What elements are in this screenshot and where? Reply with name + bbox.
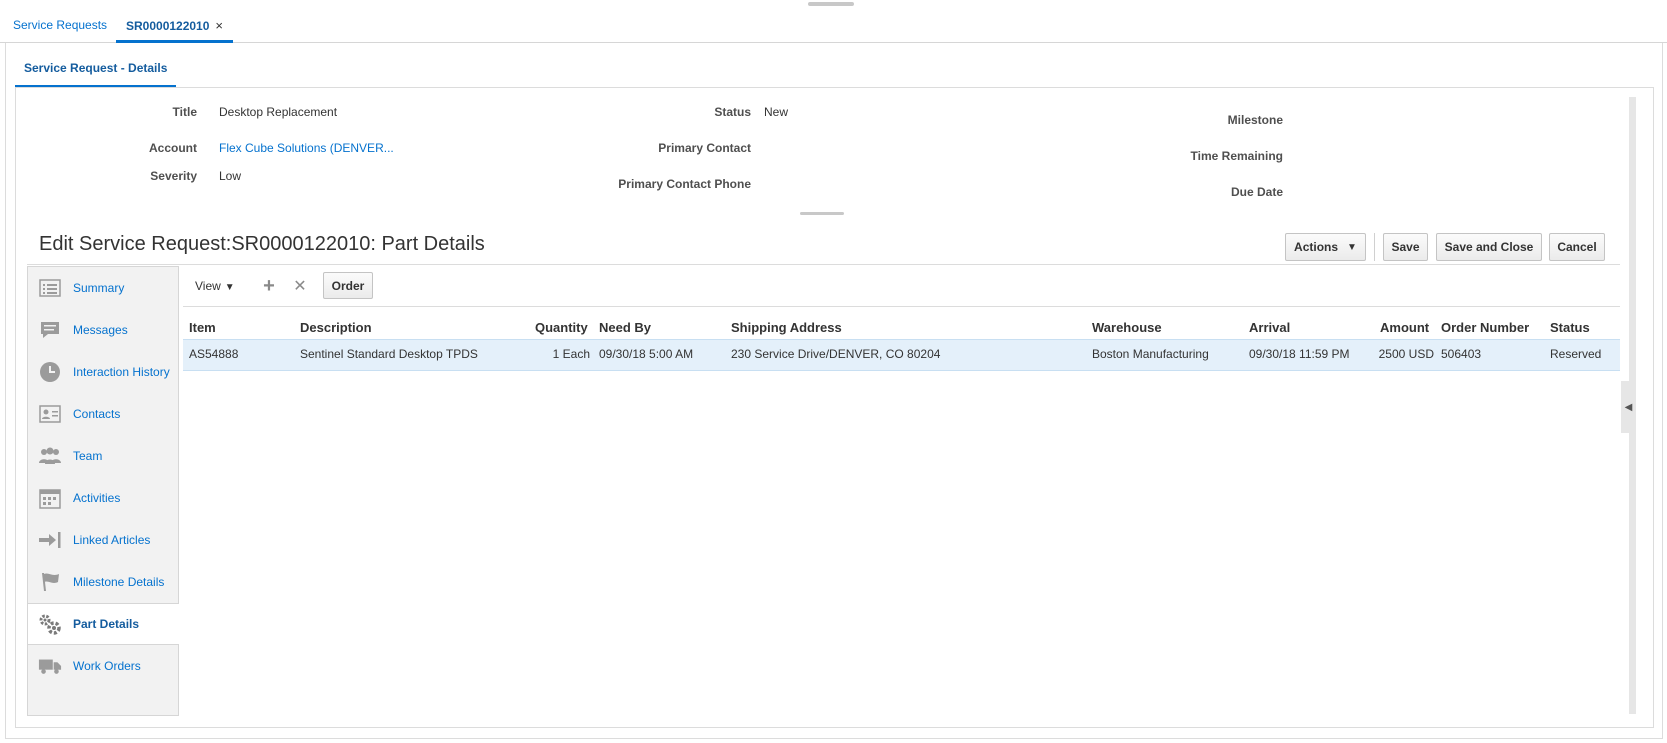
sidebar-item-linked-articles[interactable]: Linked Articles	[28, 519, 179, 561]
title-value: Desktop Replacement	[219, 105, 338, 119]
cell-amount: 2500 USD	[1378, 347, 1434, 361]
column-header-item[interactable]: Item	[189, 320, 216, 335]
column-header-warehouse[interactable]: Warehouse	[1092, 320, 1162, 335]
table-toolbar: View ▼ + ✕ Order	[183, 266, 1620, 306]
sidebar-item-label: Work Orders	[73, 659, 141, 673]
collapse-panel-button[interactable]: ◀	[1621, 381, 1636, 433]
account-link[interactable]: Flex Cube Solutions (DENVER...	[219, 141, 394, 155]
column-header-arrival[interactable]: Arrival	[1249, 320, 1290, 335]
order-button[interactable]: Order	[323, 272, 373, 299]
cell-description: Sentinel Standard Desktop TPDS	[300, 347, 478, 361]
cell-quantity: 1 Each	[552, 347, 590, 361]
view-label: View	[195, 279, 221, 293]
sidebar-item-activities[interactable]: Activities	[28, 477, 179, 519]
activities-icon	[38, 487, 62, 509]
cell-item: AS54888	[189, 347, 239, 361]
sidebar-item-label: Messages	[73, 323, 128, 337]
cell-arrival: 09/30/18 11:59 PM	[1249, 347, 1350, 361]
order-number-link[interactable]: 506403	[1441, 347, 1481, 361]
column-header-shipping-address[interactable]: Shipping Address	[731, 320, 842, 335]
tab-service-requests[interactable]: Service Requests	[13, 18, 107, 32]
sidebar: Summary Messages Interaction History Con…	[27, 266, 179, 716]
cell-status: Reserved	[1550, 347, 1602, 361]
sidebar-item-label: Activities	[73, 491, 121, 505]
sidebar-item-team[interactable]: Team	[28, 435, 179, 477]
save-and-close-button[interactable]: Save and Close	[1436, 233, 1542, 261]
sidebar-item-part-details[interactable]: Part Details	[28, 603, 179, 645]
tab-sr0000122010[interactable]: SR0000122010 ×	[116, 6, 234, 43]
column-header-order-number[interactable]: Order Number	[1441, 320, 1529, 335]
add-icon[interactable]: +	[258, 275, 280, 297]
truck-icon	[38, 655, 62, 677]
status-label: Status	[714, 105, 751, 119]
sidebar-item-label: Team	[73, 449, 103, 463]
sidebar-item-label: Contacts	[73, 407, 121, 421]
panel-splitter[interactable]	[800, 212, 844, 215]
gears-icon	[38, 613, 62, 635]
sidebar-item-label: Milestone Details	[73, 575, 165, 589]
due-date-label: Due Date	[1230, 185, 1283, 199]
caret-down-icon: ▼	[224, 282, 235, 293]
sidebar-item-messages[interactable]: Messages	[28, 309, 179, 351]
cell-warehouse: Boston Manufacturing	[1092, 347, 1209, 361]
sidebar-item-milestone-details[interactable]: Milestone Details	[28, 561, 179, 603]
column-header-amount[interactable]: Amount	[1380, 320, 1429, 335]
severity-value: Low	[219, 169, 242, 183]
sidebar-item-label: Interaction History	[73, 365, 170, 379]
divider	[183, 306, 1620, 307]
delete-icon[interactable]: ✕	[289, 275, 311, 297]
tab-label: SR0000122010	[126, 19, 210, 33]
column-header-quantity[interactable]: Quantity	[535, 320, 588, 335]
severity-label: Severity	[150, 169, 197, 183]
time-remaining-label: Time Remaining	[1190, 149, 1283, 163]
tab-bar: Service Requests SR0000122010 ×	[0, 6, 1667, 43]
account-label: Account	[149, 141, 197, 155]
sidebar-item-label: Summary	[73, 281, 125, 295]
team-icon	[38, 445, 62, 467]
toolbar-separator	[1374, 233, 1375, 261]
caret-down-icon: ▼	[1347, 241, 1357, 253]
cell-need-by: 09/30/18 5:00 AM	[599, 347, 694, 361]
cancel-button[interactable]: Cancel	[1549, 233, 1605, 261]
close-icon[interactable]: ×	[215, 18, 223, 33]
primary-contact-label: Primary Contact	[658, 141, 751, 155]
view-menu-button[interactable]: View ▼	[195, 279, 235, 293]
divider	[27, 264, 1620, 265]
chevron-left-icon: ◀	[1624, 401, 1633, 413]
status-value: New	[764, 105, 789, 119]
tab-service-request-details[interactable]: Service Request - Details	[15, 53, 177, 88]
actions-menu-button[interactable]: Actions ▼	[1285, 233, 1366, 261]
sidebar-item-contacts[interactable]: Contacts	[28, 393, 179, 435]
column-header-need-by[interactable]: Need By	[599, 320, 651, 335]
sidebar-item-work-orders[interactable]: Work Orders	[28, 645, 179, 687]
save-button[interactable]: Save	[1383, 233, 1428, 261]
page-title: Edit Service Request:SR0000122010: Part …	[39, 233, 485, 255]
sidebar-item-interaction-history[interactable]: Interaction History	[28, 351, 179, 393]
sidebar-item-label: Linked Articles	[73, 533, 151, 547]
column-header-status[interactable]: Status	[1550, 320, 1590, 335]
contacts-icon	[38, 403, 62, 425]
milestone-icon	[38, 571, 62, 593]
messages-icon	[38, 319, 62, 341]
sidebar-item-label: Part Details	[73, 617, 140, 631]
interaction-history-icon	[38, 361, 62, 383]
sidebar-item-summary[interactable]: Summary	[28, 267, 179, 309]
primary-contact-phone-label: Primary Contact Phone	[618, 177, 751, 191]
column-header-description[interactable]: Description	[300, 320, 372, 335]
actions-label: Actions	[1294, 240, 1339, 254]
title-label: Title	[172, 105, 197, 119]
summary-icon	[38, 277, 62, 299]
linked-articles-icon	[38, 529, 62, 551]
cell-shipping-address: 230 Service Drive/DENVER, CO 80204	[731, 347, 941, 361]
milestone-label: Milestone	[1227, 113, 1283, 127]
part-details-table-region: View ▼ + ✕ Order Item Description Quantit…	[183, 266, 1620, 716]
